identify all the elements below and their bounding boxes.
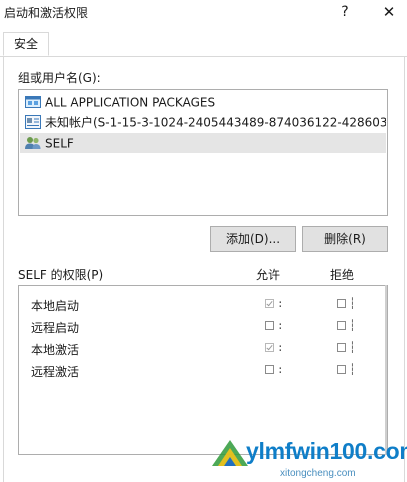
allow-mark: : xyxy=(277,363,284,376)
deny-checkbox-remote-launch[interactable] xyxy=(337,321,346,330)
permission-name: 本地启动 xyxy=(31,299,80,313)
allow-checkbox-local-launch[interactable] xyxy=(265,299,274,308)
user-item-name: ALL APPLICATION PACKAGES xyxy=(45,95,216,110)
unknown-account-icon xyxy=(25,114,41,129)
permission-name: 远程启动 xyxy=(31,321,80,335)
user-item-self[interactable]: SELF xyxy=(20,133,386,153)
permissions-dialog: 启动和激活权限 ? ✕ 安全 组或用户名(G): ALL APPLICATION… xyxy=(0,0,407,482)
permission-name: 远程激活 xyxy=(31,365,80,379)
users-group-icon xyxy=(25,136,41,150)
site-watermark: ylmfwin100.com xitongcheng.com xyxy=(210,432,407,482)
allow-mark: : xyxy=(277,341,284,354)
deny-mark: ┆ xyxy=(349,297,356,310)
permissions-scrollbar[interactable] xyxy=(385,285,387,455)
deny-checkbox-local-launch[interactable] xyxy=(337,299,346,308)
deny-mark: ┆ xyxy=(349,341,356,354)
permission-row-remote-activation: 远程激活 : ┆ xyxy=(19,360,387,382)
deny-checkbox-remote-activation[interactable] xyxy=(337,365,346,374)
user-item-all-application-packages[interactable]: ALL APPLICATION PACKAGES xyxy=(20,92,386,112)
allow-column-header: 允许 xyxy=(256,268,281,282)
tab-security[interactable]: 安全 xyxy=(3,32,49,56)
deny-column-header: 拒绝 xyxy=(330,268,355,282)
close-button[interactable]: ✕ xyxy=(374,0,404,24)
permission-row-local-activation: 本地激活 : ┆ xyxy=(19,338,387,360)
deny-mark: ┆ xyxy=(349,363,356,376)
watermark-text: ylmfwin100.com xyxy=(246,438,407,464)
allow-checkbox-local-activation[interactable] xyxy=(265,343,274,352)
title-bar: 启动和激活权限 ? ✕ xyxy=(0,0,407,26)
user-item-name: SELF xyxy=(45,136,74,151)
allow-checkbox-remote-activation[interactable] xyxy=(265,365,274,374)
remove-button[interactable]: 删除(R) xyxy=(302,226,388,252)
allow-mark: : xyxy=(277,297,284,310)
user-item-name: 未知帐户(S-1-15-3-1024-2405443489-874036122-… xyxy=(45,115,386,130)
permissions-table: 本地启动 : ┆ 远程启动 : ┆ 本地激活 : ┆ 远程激活 : ┆ xyxy=(18,285,388,455)
deny-mark: ┆ xyxy=(349,319,356,332)
deny-checkbox-local-activation[interactable] xyxy=(337,343,346,352)
allow-mark: : xyxy=(277,319,284,332)
permission-row-local-launch: 本地启动 : ┆ xyxy=(19,294,387,316)
permission-row-remote-launch: 远程启动 : ┆ xyxy=(19,316,387,338)
allow-checkbox-remote-launch[interactable] xyxy=(265,321,274,330)
window-title: 启动和激活权限 xyxy=(4,6,89,20)
permissions-label: SELF 的权限(P) xyxy=(18,268,104,282)
tab-strip: 安全 xyxy=(0,32,407,57)
help-button[interactable]: ? xyxy=(330,0,360,24)
watermark-subtext: xitongcheng.com xyxy=(280,468,356,479)
user-item-unknown-account[interactable]: 未知帐户(S-1-15-3-1024-2405443489-874036122-… xyxy=(20,112,386,132)
users-list-label: 组或用户名(G): xyxy=(18,71,101,85)
add-button[interactable]: 添加(D)... xyxy=(210,226,296,252)
permission-name: 本地激活 xyxy=(31,343,80,357)
user-list[interactable]: ALL APPLICATION PACKAGES 未知帐户(S-1-15-3-1… xyxy=(18,89,388,216)
watermark-logo-icon xyxy=(212,440,248,466)
group-packages-icon xyxy=(25,95,41,109)
